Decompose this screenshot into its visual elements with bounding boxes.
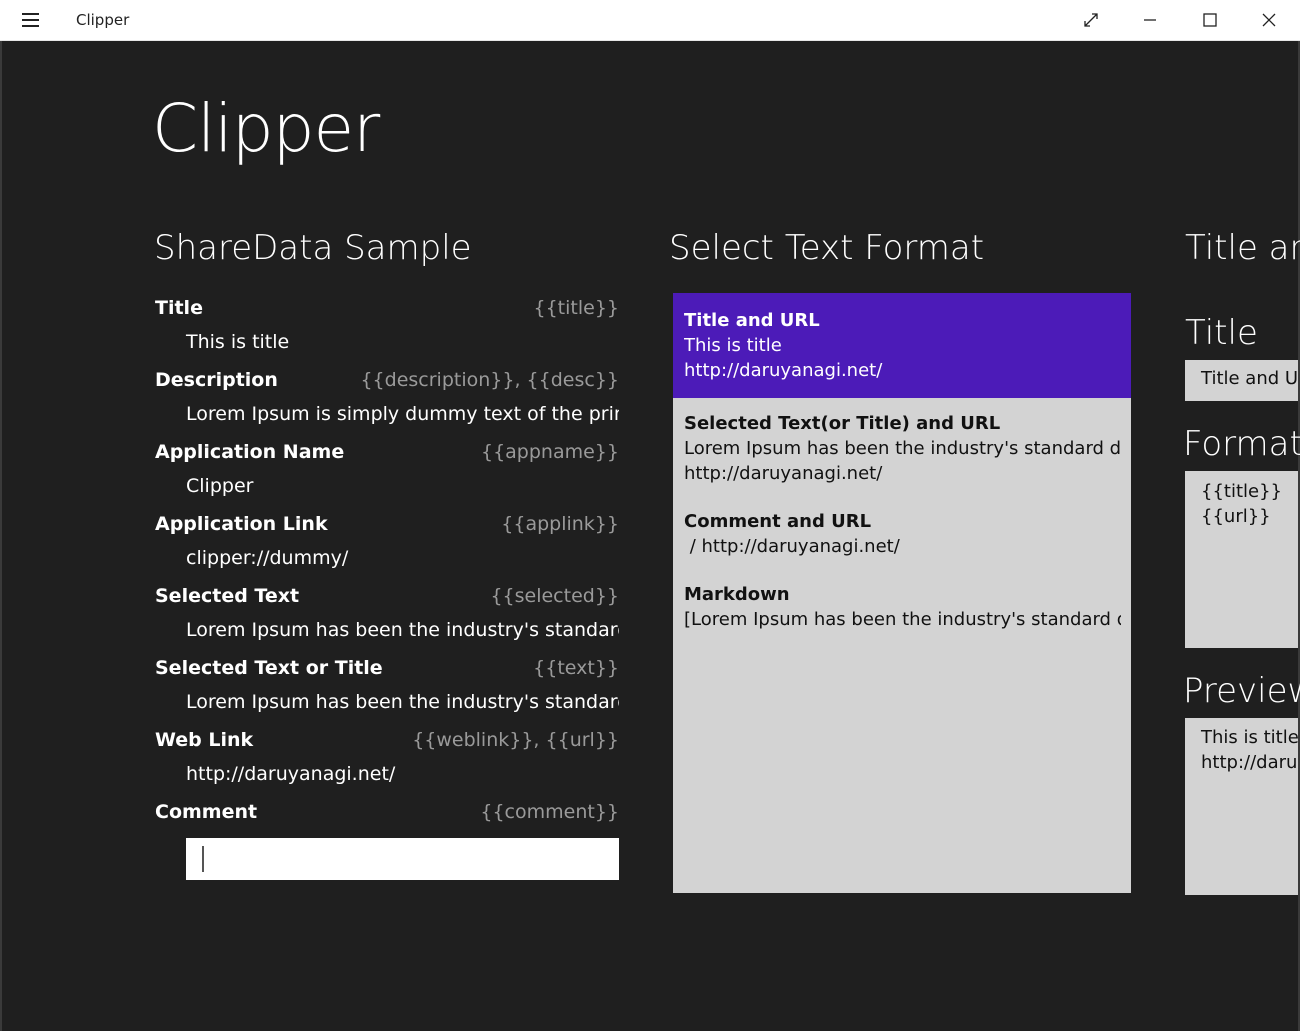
field-value: This is title [186,331,290,353]
format-item-selected-text-and-url[interactable]: Selected Text(or Title) and URL Lorem Ip… [673,398,1131,496]
maximize-button[interactable] [1187,0,1233,40]
field-application-link: Application Link {{applink}} clipper://du… [155,510,619,582]
field-token: {{text}} [533,657,619,679]
text-format-heading: Select Text Format [669,228,985,268]
format-item-line: [Lorem Ipsum has been the industry's sta… [684,609,1121,630]
field-label: Application Link [155,513,328,535]
field-value: Lorem Ipsum has been the industry's stan… [186,619,619,641]
field-value: Lorem Ipsum has been the industry's stan… [186,691,619,713]
format-item-line: http://daruyanagi.net/ [684,360,883,381]
format-item-line: / http://daruyanagi.net/ [684,536,900,557]
title-label: Title [1185,313,1258,353]
field-application-name: Application Name {{appname}} Clipper [155,438,619,510]
field-token: {{selected}} [490,585,619,607]
field-token: {{applink}} [501,513,619,535]
field-label: Description [155,369,278,391]
minimize-button[interactable] [1127,0,1173,40]
field-label: Web Link [155,729,254,751]
sharedata-list: Title {{title}} This is title Description… [155,294,619,880]
text-caret [202,846,204,872]
format-item-title-and-url[interactable]: Title and URL This is title http://daruy… [673,293,1131,398]
comment-input[interactable] [186,838,619,880]
format-item-line: http://daruyanagi.net/ [684,463,883,484]
preview-label: Preview [1183,671,1300,711]
format-item-markdown[interactable]: Markdown [Lorem Ipsum has been the indus… [673,569,1131,642]
format-item-title: Selected Text(or Title) and URL [684,413,1001,434]
field-label: Title [155,297,203,319]
field-token: {{title}} [533,297,620,319]
field-title: Title {{title}} This is title [155,294,619,366]
format-label: Format [1183,424,1300,464]
format-item-title: Comment and URL [684,511,872,532]
minimize-icon [1144,19,1156,21]
field-value: clipper://dummy/ [186,547,349,569]
preview-line: This is title [1201,727,1298,748]
preview-box: This is title http://daruy [1185,718,1298,895]
field-token: {{appname}} [480,441,619,463]
title-bar: Clipper [0,0,1300,41]
window-title: Clipper [76,11,130,29]
text-format-list[interactable]: Title and URL This is title http://daruy… [673,293,1131,893]
field-value: Lorem Ipsum is simply dummy text of the … [186,403,619,425]
format-textarea[interactable]: {{title}} {{url}} [1185,471,1298,648]
field-web-link: Web Link {{weblink}}, {{url}} http://daru… [155,726,619,798]
field-label: Selected Text or Title [155,657,383,679]
expand-icon [1084,13,1098,27]
detail-heading: Title and [1185,228,1300,268]
page-title: Clipper [152,90,380,167]
title-input-value: Title and UF [1201,368,1298,389]
format-item-line: This is title [684,335,782,356]
sharedata-heading: ShareData Sample [154,228,472,268]
title-input[interactable]: Title and UF [1185,360,1298,401]
field-token: {{description}}, {{desc}} [360,369,619,391]
field-label: Comment [155,801,258,823]
fullscreen-button[interactable] [1068,0,1114,40]
format-line: {{url}} [1201,506,1271,527]
maximize-icon [1203,13,1217,27]
field-token: {{weblink}}, {{url}} [412,729,619,751]
format-item-title: Title and URL [684,310,820,331]
field-token: {{comment}} [480,801,619,823]
field-label: Selected Text [155,585,300,607]
field-selected-text: Selected Text {{selected}} Lorem Ipsum ha… [155,582,619,654]
format-item-comment-and-url[interactable]: Comment and URL / http://daruyanagi.net/ [673,496,1131,569]
field-value: http://daruyanagi.net/ [186,763,396,785]
window-frame-left [0,41,2,1031]
format-item-title: Markdown [684,584,790,605]
format-line: {{title}} [1201,481,1282,502]
close-button[interactable] [1246,0,1292,40]
hamburger-menu-icon[interactable] [22,13,39,27]
field-label: Application Name [155,441,345,463]
field-comment: Comment {{comment}} [155,798,619,880]
preview-line: http://daruy [1201,752,1298,773]
format-item-line: Lorem Ipsum has been the industry's stan… [684,438,1121,459]
field-value: Clipper [186,475,254,497]
field-description: Description {{description}}, {{desc}} Lor… [155,366,619,438]
close-icon [1262,13,1276,27]
field-selected-text-or-title: Selected Text or Title {{text}} Lorem Ips… [155,654,619,726]
